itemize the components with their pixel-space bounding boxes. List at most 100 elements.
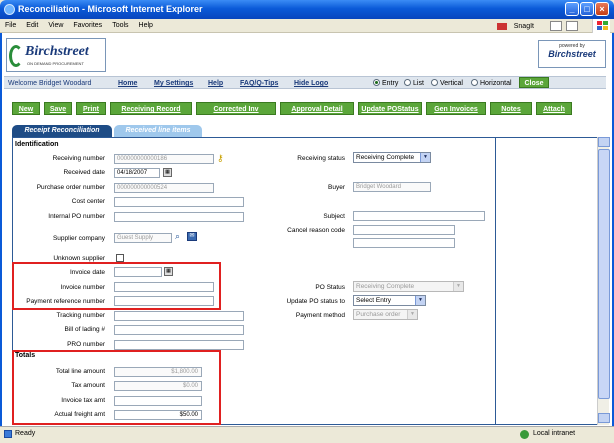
update-po-status-select[interactable]: Select Entry ▼ [353, 295, 426, 306]
tab-received-line-items[interactable]: Received line items [114, 125, 202, 137]
maximize-button[interactable]: □ [580, 2, 594, 16]
totals-highlight [12, 350, 221, 425]
intranet-globe-icon [520, 430, 529, 439]
new-button[interactable]: New [12, 102, 40, 115]
minimize-button[interactable]: _ [565, 2, 579, 16]
receiving-status-select[interactable]: Receiving Complete ▼ [353, 152, 431, 163]
chevron-down-icon: ▼ [407, 310, 417, 319]
vertical-scrollbar[interactable] [597, 137, 610, 425]
save-button[interactable]: Save [44, 102, 72, 115]
menu-tools[interactable]: Tools [107, 19, 133, 33]
cancel-reason-code-label: Cancel reason code [287, 227, 345, 234]
chevron-down-icon: ▼ [415, 296, 425, 305]
subject-field[interactable] [353, 211, 485, 221]
tab-receipt-reconciliation[interactable]: Receipt Reconciliation [12, 125, 112, 137]
pro-number-field[interactable] [114, 340, 244, 350]
attach-button[interactable]: Attach [536, 102, 572, 115]
nav-hide-logo-link[interactable]: Hide Logo [294, 79, 328, 88]
chevron-down-icon: ▼ [453, 282, 463, 291]
action-toolbar: New Save Print Receiving Record Correcte… [12, 102, 572, 115]
view-list-label: List [413, 80, 424, 87]
powered-by-logo: powered by Birchstreet [538, 40, 606, 68]
supplier-search-icon[interactable]: ⌕ [175, 231, 185, 241]
unknown-supplier-checkbox[interactable] [116, 254, 124, 262]
update-po-status-to-label: Update PO status to [286, 298, 345, 305]
gen-invoices-button[interactable]: Gen Invoices [426, 102, 486, 115]
toolbar-window-icon[interactable] [566, 21, 578, 31]
lookup-key-icon[interactable]: ⚷ [217, 153, 227, 163]
supplier-company-field[interactable]: Guest Supply [114, 233, 172, 243]
cost-center-label: Cost center [71, 198, 105, 205]
nav-help-link[interactable]: Help [208, 79, 223, 88]
menu-help[interactable]: Help [134, 19, 158, 33]
nav-my-settings-link[interactable]: My Settings [154, 79, 193, 88]
invoice-fields-highlight [12, 262, 221, 310]
internal-po-number-label: Internal PO number [48, 213, 105, 220]
snagit-button[interactable]: SnagIt [492, 20, 544, 34]
po-status-label: PO Status [315, 284, 345, 291]
nav-home-link[interactable]: Home [118, 79, 137, 88]
receiving-number-field[interactable]: 000000000000186 [114, 154, 214, 164]
internal-po-number-field[interactable] [114, 212, 244, 222]
receiving-record-button[interactable]: Receiving Record [110, 102, 192, 115]
menu-edit[interactable]: Edit [21, 19, 43, 33]
close-button[interactable]: Close [519, 77, 549, 88]
view-vertical-radio[interactable] [431, 79, 438, 86]
unknown-supplier-label: Unknown supplier [53, 255, 105, 262]
received-date-calendar-icon[interactable]: ▦ [163, 168, 172, 177]
subject-label: Subject [323, 213, 345, 220]
view-horizontal-label: Horizontal [480, 80, 512, 87]
zone-text: Local intranet [533, 430, 576, 437]
tracking-number-label: Tracking number [56, 312, 105, 319]
view-vertical-label: Vertical [440, 80, 463, 87]
scroll-down-arrow-icon[interactable] [598, 413, 610, 423]
status-bar: Ready Local intranet [0, 426, 614, 443]
tab-bar: Receipt Reconciliation Received line ite… [12, 125, 212, 137]
scroll-up-arrow-icon[interactable] [598, 137, 610, 147]
cancel-reason-code-field-2[interactable] [353, 238, 455, 248]
view-entry-radio[interactable] [373, 79, 380, 86]
corrected-inv-button[interactable]: Corrected Inv [196, 102, 276, 115]
purchase-order-number-label: Purchase order number [36, 184, 105, 191]
supplier-company-label: Supplier company [52, 235, 105, 242]
close-window-button[interactable]: × [595, 2, 609, 16]
toolbar-grid-icon[interactable] [550, 21, 562, 31]
birchstreet-logo: Birchstreet ON DEMAND PROCUREMENT [6, 38, 106, 72]
logo-swoosh-icon [9, 45, 23, 67]
top-nav-bar: Welcome Bridget Woodard Home My Settings… [4, 76, 606, 89]
menu-view[interactable]: View [43, 19, 68, 33]
po-status-select: Receiving Complete ▼ [353, 281, 464, 292]
bill-of-lading-label: Bill of lading # [64, 326, 105, 333]
payment-method-select: Purchase order ▼ [353, 309, 418, 320]
supplier-card-icon[interactable]: ✉ [187, 232, 197, 241]
update-postatus-button[interactable]: Update POStatus [358, 102, 422, 115]
received-date-field[interactable]: 04/18/2007 [114, 168, 160, 178]
snagit-icon [496, 22, 507, 30]
purchase-order-number-field[interactable]: 000000000000524 [114, 183, 214, 193]
received-date-label: Received date [63, 169, 105, 176]
windows-logo-icon [592, 19, 610, 33]
pro-number-label: PRO number [67, 341, 105, 348]
receiving-number-label: Receiving number [52, 155, 105, 162]
menu-file[interactable]: File [0, 19, 21, 33]
receiving-status-label: Receiving status [297, 155, 345, 162]
view-horizontal-radio[interactable] [471, 79, 478, 86]
welcome-text: Welcome Bridget Woodard [8, 80, 92, 87]
view-list-radio[interactable] [404, 79, 411, 86]
approval-detail-button[interactable]: Approval Detail [280, 102, 354, 115]
notes-button[interactable]: Notes [490, 102, 532, 115]
view-entry-label: Entry [382, 80, 399, 87]
print-button[interactable]: Print [76, 102, 106, 115]
bill-of-lading-field[interactable] [114, 325, 244, 335]
cost-center-field[interactable] [114, 197, 244, 207]
scroll-thumb[interactable] [598, 149, 610, 399]
menu-favorites[interactable]: Favorites [68, 19, 107, 33]
menu-bar: File Edit View Favorites Tools Help SnagIt [0, 19, 614, 33]
status-text: Ready [15, 430, 36, 437]
cancel-reason-code-field[interactable] [353, 225, 455, 235]
tracking-number-field[interactable] [114, 311, 244, 321]
buyer-field[interactable]: Bridget Woodard [353, 182, 431, 192]
chevron-down-icon: ▼ [420, 153, 430, 162]
section-identification: Identification [15, 141, 59, 148]
nav-faq-link[interactable]: FAQ/Q-Tips [240, 79, 278, 88]
